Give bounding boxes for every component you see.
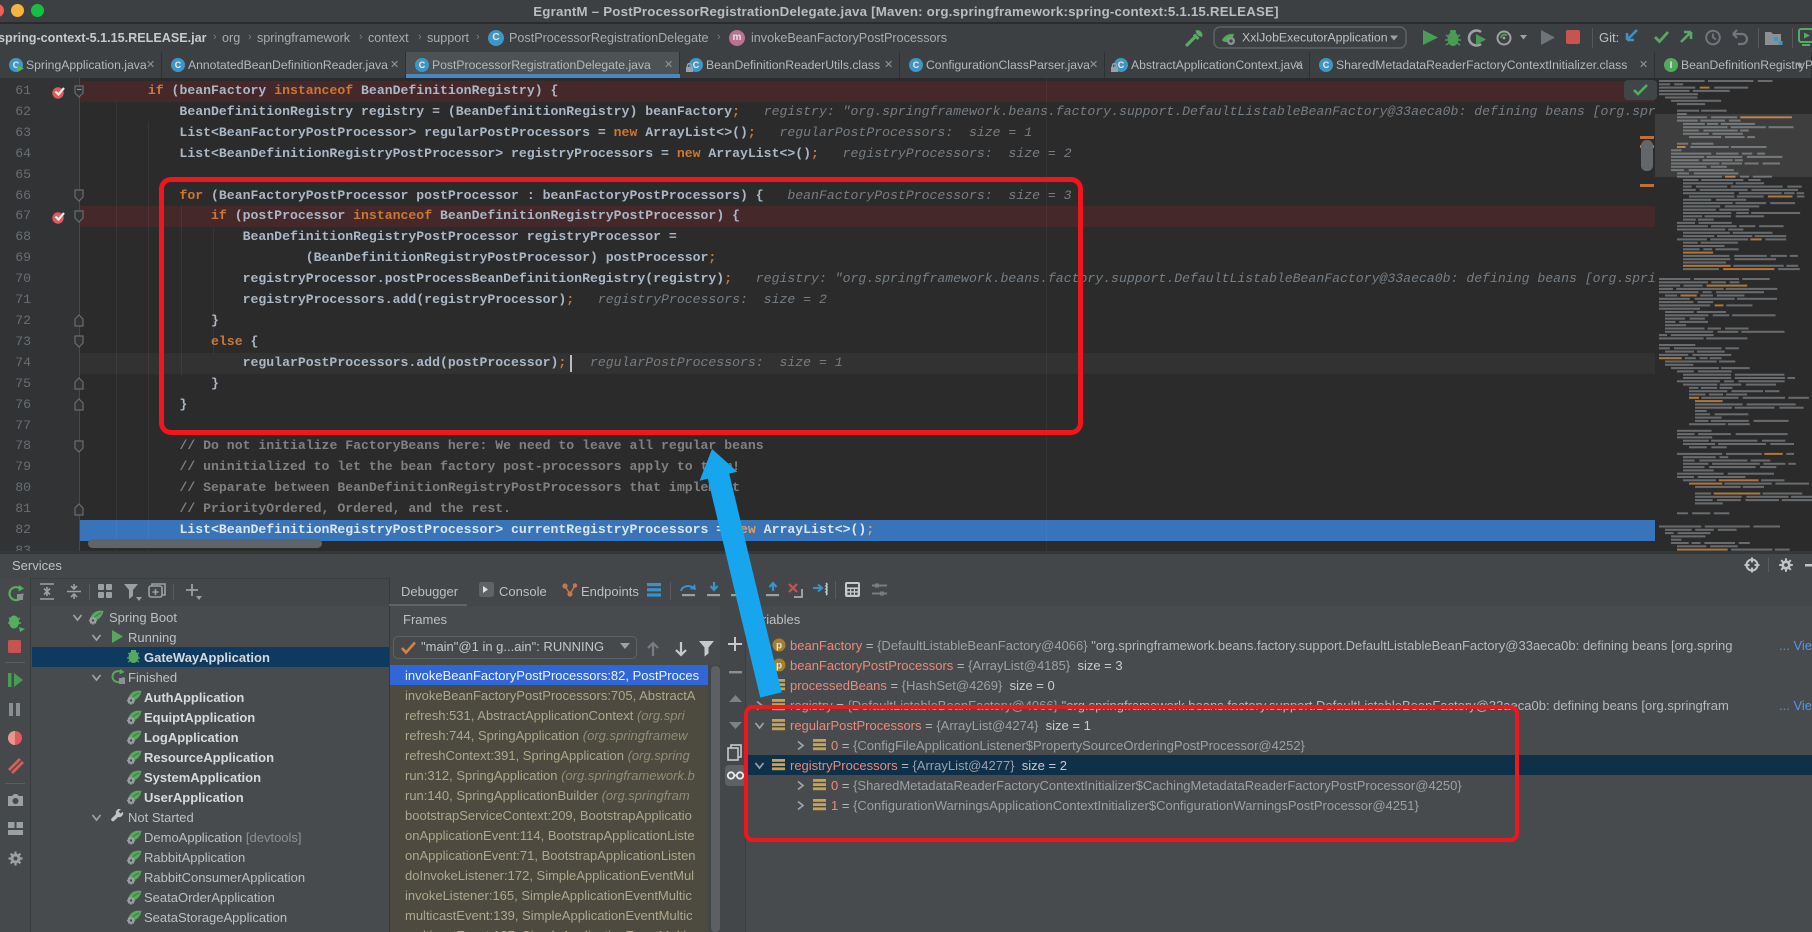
svg-text:p: p — [776, 661, 782, 672]
svg-text:XxlJobExecutorApplication: XxlJobExecutorApplication — [1242, 31, 1388, 45]
svg-text:p: p — [776, 641, 782, 652]
svg-text:Git:: Git: — [1599, 30, 1619, 45]
